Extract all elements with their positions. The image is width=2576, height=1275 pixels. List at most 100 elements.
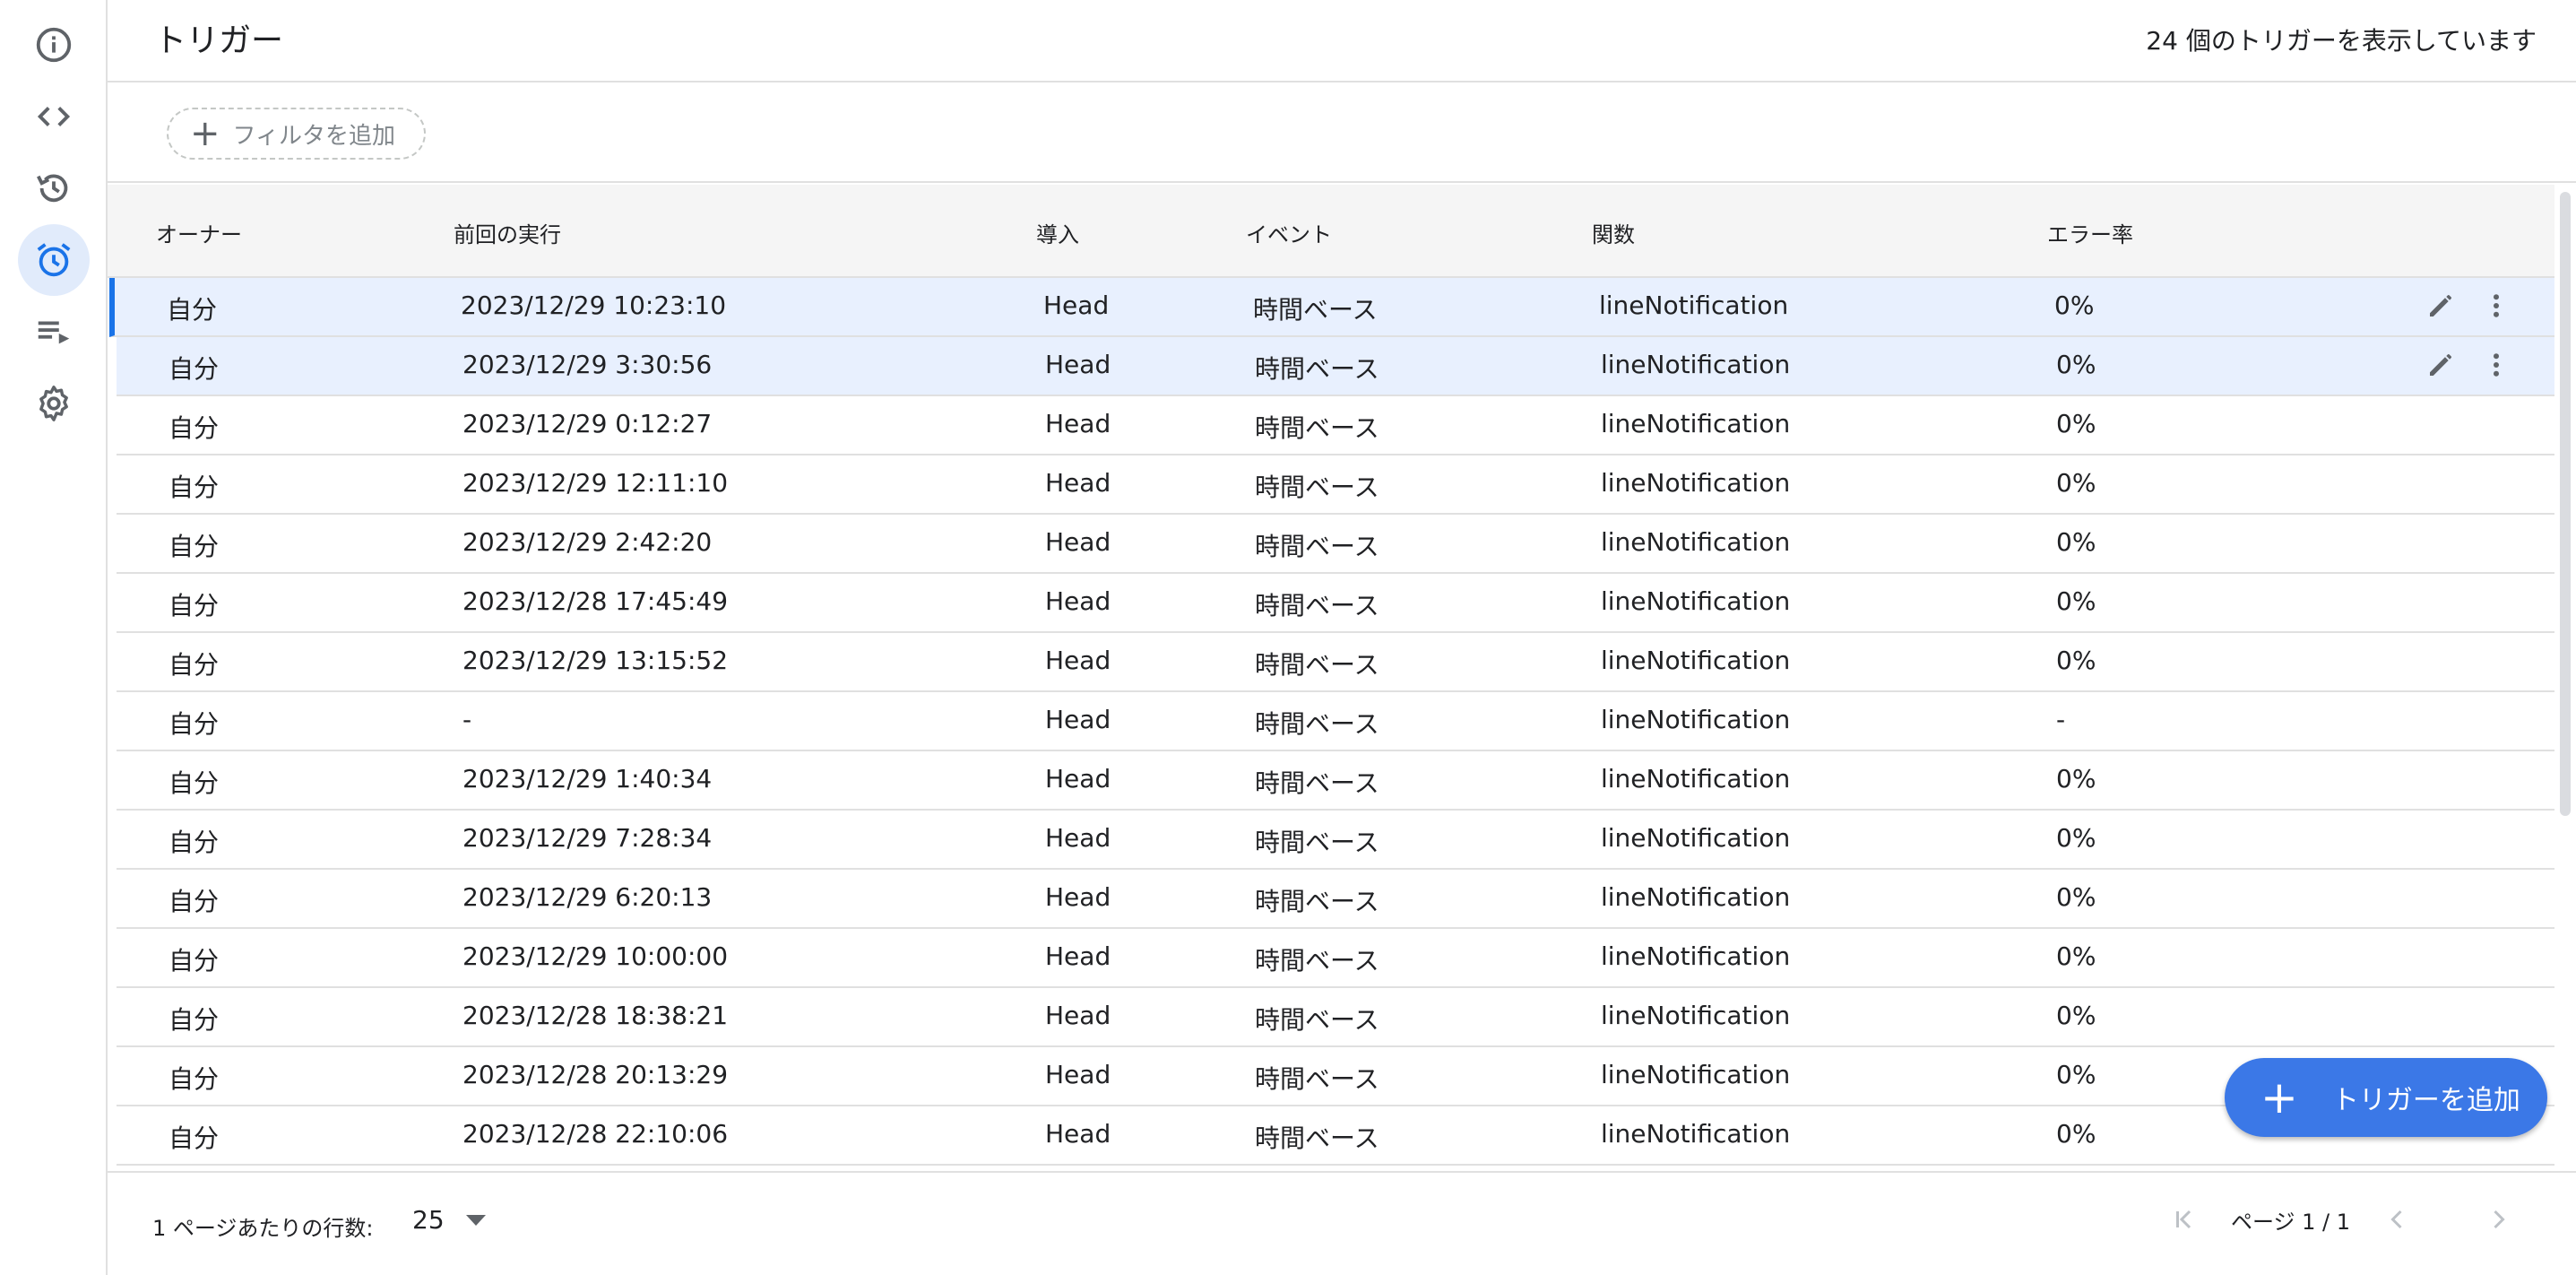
cell-last-run: 2023/12/28 22:10:06 <box>462 1119 729 1149</box>
first-page-button[interactable] <box>2165 1200 2204 1239</box>
table-row[interactable]: 自分 2023/12/29 6:20:13 Head 時間ベース lineNotific… <box>117 870 2554 929</box>
table-row[interactable]: 自分 2023/12/28 17:45:49 Head 時間ベース lineNotifi… <box>117 574 2554 633</box>
cell-function: lineNotification <box>1601 1001 1791 1030</box>
cell-event: 時間ベース <box>1255 1064 1379 1094</box>
cell-last-run: 2023/12/28 20:13:29 <box>462 1060 729 1089</box>
table-row[interactable]: 自分 2023/12/29 2:42:20 Head 時間ベース lineNotific… <box>117 515 2554 574</box>
cell-deployment: Head <box>1045 764 1111 794</box>
cell-deployment: Head <box>1045 527 1111 557</box>
column-header-event[interactable]: イベント <box>1246 217 1332 248</box>
cell-event: 時間ベース <box>1255 1123 1379 1153</box>
cell-event: 時間ベース <box>1255 768 1379 798</box>
cell-error-rate: - <box>2056 705 2066 734</box>
pencil-icon <box>2430 354 2451 376</box>
table-row[interactable]: 自分 2023/12/29 7:28:34 Head 時間ベース lineNotific… <box>117 811 2554 870</box>
add-trigger-button[interactable]: + トリガーを追加 <box>2225 1058 2547 1137</box>
cell-deployment: Head <box>1045 941 1111 971</box>
cell-function: lineNotification <box>1601 468 1791 498</box>
executions-icon <box>38 321 70 344</box>
info-icon <box>36 27 72 63</box>
row-actions <box>2422 287 2515 325</box>
cell-error-rate: 0% <box>2056 764 2096 794</box>
more-vert-icon <box>2494 294 2499 317</box>
cell-event: 時間ベース <box>1255 828 1379 857</box>
cell-owner: 自分 <box>169 413 220 443</box>
table-row[interactable]: 自分 2023/12/29 3:30:56 Head 時間ベース lineNotific… <box>117 337 2554 396</box>
table-scrollbar[interactable] <box>2560 192 2571 816</box>
table-row[interactable]: 自分 2023/12/29 0:12:27 Head 時間ベース lineNotific… <box>117 396 2554 455</box>
cell-error-rate: 0% <box>2056 1060 2096 1089</box>
cell-error-rate: 0% <box>2056 1001 2096 1030</box>
column-header-error-rate[interactable]: エラー率 <box>2047 217 2133 248</box>
cell-owner: 自分 <box>169 591 220 620</box>
cell-error-rate: 0% <box>2056 823 2096 853</box>
cell-error-rate: 0% <box>2056 941 2096 971</box>
cell-deployment: Head <box>1045 823 1111 853</box>
cell-function: lineNotification <box>1601 409 1791 438</box>
cell-event: 時間ベース <box>1255 354 1379 384</box>
cell-owner: 自分 <box>169 768 220 798</box>
table-row[interactable]: 自分 2023/12/28 22:10:06 Head 時間ベース lineNotifi… <box>117 1106 2554 1166</box>
cell-owner: 自分 <box>169 1064 220 1094</box>
rows-per-page-select[interactable]: 25 <box>412 1205 486 1235</box>
left-nav-rail <box>0 0 108 1275</box>
table-row[interactable]: 自分 2023/12/29 13:15:52 Head 時間ベース lineNotifi… <box>117 633 2554 692</box>
rail-item-executions[interactable] <box>18 296 90 368</box>
alarm-icon <box>37 243 71 277</box>
column-header-last-run[interactable]: 前回の実行 <box>454 217 561 248</box>
cell-owner: 自分 <box>169 946 220 976</box>
table-row[interactable]: 自分 2023/12/28 18:38:21 Head 時間ベース lineNotifi… <box>117 988 2554 1047</box>
cell-error-rate: 0% <box>2056 468 2096 498</box>
cell-error-rate: 0% <box>2056 409 2096 438</box>
cell-error-rate: 0% <box>2056 1119 2096 1149</box>
cell-event: 時間ベース <box>1255 1005 1379 1035</box>
first-page-icon <box>2175 1210 2191 1229</box>
pencil-icon <box>2430 295 2451 317</box>
triggers-table: オーナー 前回の実行 導入 イベント 関数 エラー率 自分 2023/12/29 … <box>108 185 2554 1169</box>
rail-item-editor[interactable] <box>18 81 90 152</box>
add-trigger-label: トリガーを追加 <box>2331 1085 2520 1116</box>
cell-function: lineNotification <box>1601 1060 1791 1089</box>
plus-icon: + <box>190 113 220 154</box>
rail-item-triggers[interactable] <box>18 224 90 296</box>
table-row[interactable]: 自分 2023/12/28 20:13:29 Head 時間ベース lineNotifi… <box>117 1047 2554 1106</box>
edit-trigger-button[interactable] <box>2422 346 2459 384</box>
cell-function: lineNotification <box>1601 646 1791 675</box>
cell-deployment: Head <box>1045 705 1111 734</box>
table-row[interactable]: 自分 - Head 時間ベース lineNotification - <box>117 692 2554 751</box>
cell-owner: 自分 <box>167 295 218 325</box>
trigger-count-text: 24 個のトリガーを表示しています <box>2146 26 2537 56</box>
code-icon <box>37 107 71 126</box>
cell-last-run: 2023/12/29 2:42:20 <box>462 527 713 557</box>
rail-item-overview[interactable] <box>18 9 90 81</box>
table-row[interactable]: 自分 2023/12/29 10:23:10 Head 時間ベース lineNotifi… <box>109 278 2554 337</box>
chevron-right-icon <box>2494 1210 2505 1229</box>
cell-error-rate: 0% <box>2056 646 2096 675</box>
cell-last-run: 2023/12/29 10:23:10 <box>461 291 727 320</box>
table-row[interactable]: 自分 2023/12/29 1:40:34 Head 時間ベース lineNotific… <box>117 751 2554 811</box>
cell-last-run: 2023/12/29 12:11:10 <box>462 468 729 498</box>
more-options-button[interactable] <box>2477 346 2515 384</box>
cell-last-run: 2023/12/29 1:40:34 <box>462 764 713 794</box>
rail-item-history[interactable] <box>18 152 90 224</box>
edit-trigger-button[interactable] <box>2422 287 2459 325</box>
column-header-owner[interactable]: オーナー <box>156 217 242 248</box>
cell-owner: 自分 <box>169 650 220 680</box>
cell-owner: 自分 <box>169 828 220 857</box>
cell-deployment: Head <box>1045 409 1111 438</box>
cell-last-run: 2023/12/29 7:28:34 <box>462 823 713 853</box>
column-header-deployment[interactable]: 導入 <box>1036 217 1079 248</box>
table-row[interactable]: 自分 2023/12/29 10:00:00 Head 時間ベース lineNotifi… <box>117 929 2554 988</box>
row-actions <box>2422 346 2515 384</box>
cell-function: lineNotification <box>1601 823 1791 853</box>
column-header-function[interactable]: 関数 <box>1592 217 1635 248</box>
rail-item-settings[interactable] <box>18 368 90 439</box>
cell-last-run: 2023/12/29 10:00:00 <box>462 941 729 971</box>
add-filter-button[interactable]: + フィルタを追加 <box>167 108 426 160</box>
plus-icon: + <box>2260 1071 2298 1123</box>
previous-page-button[interactable] <box>2377 1200 2416 1239</box>
cell-owner: 自分 <box>169 709 220 739</box>
more-options-button[interactable] <box>2477 287 2515 325</box>
next-page-button[interactable] <box>2479 1200 2519 1239</box>
table-row[interactable]: 自分 2023/12/29 12:11:10 Head 時間ベース lineNotifi… <box>117 455 2554 515</box>
